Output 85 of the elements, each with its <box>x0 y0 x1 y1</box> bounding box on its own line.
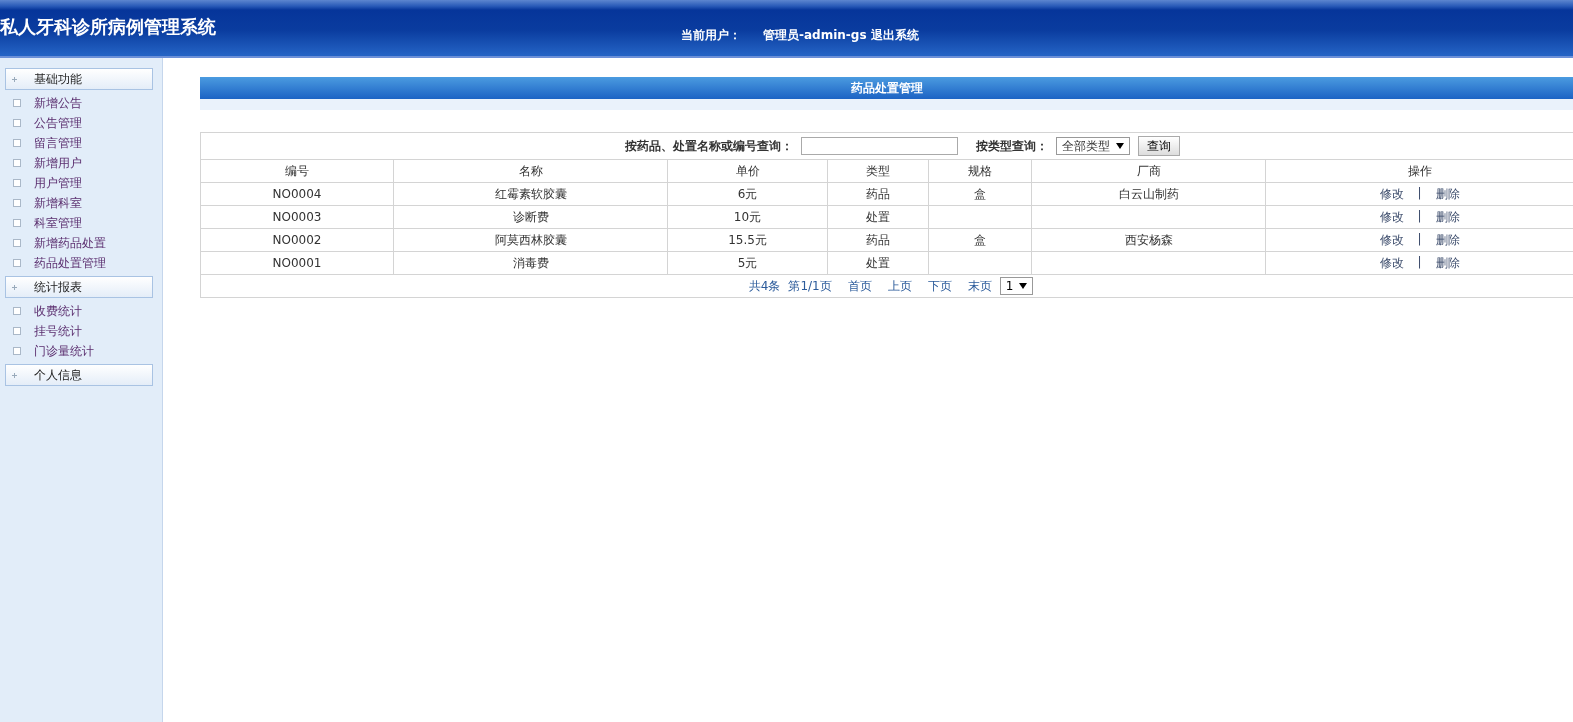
table-cell: 红霉素软胶囊 <box>393 182 668 206</box>
edit-link[interactable]: 修改 <box>1379 231 1404 249</box>
menu-group-header[interactable]: 个人信息 <box>5 364 153 386</box>
menu-link[interactable]: 新增用户 <box>34 154 82 172</box>
table-cell: 5元 <box>667 251 828 275</box>
pager-link[interactable]: 末页 <box>967 277 992 295</box>
plus-icon <box>12 76 17 82</box>
square-icon <box>13 179 21 187</box>
type-dropdown[interactable]: 全部类型 <box>1055 137 1130 155</box>
table-cell: 盒 <box>928 182 1032 206</box>
square-icon <box>13 139 21 147</box>
pager-link[interactable]: 下页 <box>927 277 952 295</box>
menu-link[interactable]: 新增公告 <box>34 94 82 112</box>
square-icon <box>13 327 21 335</box>
square-icon <box>13 259 21 267</box>
delete-link[interactable]: 删除 <box>1435 208 1460 226</box>
menu-link[interactable]: 新增药品处置 <box>34 234 106 252</box>
column-header: 单价 <box>667 159 828 183</box>
square-icon <box>13 239 21 247</box>
column-header: 编号 <box>200 159 394 183</box>
square-icon <box>13 119 21 127</box>
square-icon <box>13 199 21 207</box>
menu-link[interactable]: 新增科室 <box>34 194 82 212</box>
record-count: 共4条 <box>748 277 781 295</box>
square-icon <box>13 99 21 107</box>
table-cell: NO0001 <box>200 251 394 275</box>
menu-link[interactable]: 药品处置管理 <box>34 254 106 272</box>
table-cell: NO0003 <box>200 205 394 229</box>
edit-link[interactable]: 修改 <box>1379 254 1404 272</box>
square-icon <box>13 307 21 315</box>
link-separator: | <box>1417 208 1422 225</box>
table-cell: 盒 <box>928 228 1032 252</box>
edit-link[interactable]: 修改 <box>1379 208 1404 226</box>
table-cell: 6元 <box>667 182 828 206</box>
table-cell: 处置 <box>827 205 929 229</box>
column-header: 类型 <box>827 159 929 183</box>
square-icon <box>13 219 21 227</box>
menu-link[interactable]: 科室管理 <box>34 214 82 232</box>
pager-link[interactable]: 首页 <box>847 277 872 295</box>
panel-title: 药品处置管理 <box>200 77 1573 99</box>
edit-link[interactable]: 修改 <box>1379 185 1404 203</box>
search-label: 按药品、处置名称或编号查询： <box>624 137 793 155</box>
delete-link[interactable]: 删除 <box>1435 231 1460 249</box>
menu-group-header[interactable]: 基础功能 <box>5 68 153 90</box>
page-indicator: 第1/1页 <box>788 277 832 295</box>
menu-link[interactable]: 公告管理 <box>34 114 82 132</box>
column-header: 名称 <box>393 159 668 183</box>
pager-link[interactable]: 上页 <box>887 277 912 295</box>
table-cell: 阿莫西林胶囊 <box>393 228 668 252</box>
table-cell: 白云山制药 <box>1031 182 1266 206</box>
menu-link[interactable]: 用户管理 <box>34 174 82 192</box>
user-label: 当前用户： <box>681 27 741 44</box>
delete-link[interactable]: 删除 <box>1435 185 1460 203</box>
delete-link[interactable]: 删除 <box>1435 254 1460 272</box>
table-cell: 10元 <box>667 205 828 229</box>
plus-icon <box>12 284 17 290</box>
table-cell: 消毒费 <box>393 251 668 275</box>
user-name: 管理员-admin-gs <box>763 27 867 44</box>
link-separator: | <box>1417 185 1422 202</box>
table-cell: 药品 <box>827 228 929 252</box>
table-cell: NO0004 <box>200 182 394 206</box>
link-separator: | <box>1417 254 1422 271</box>
table-cell: 西安杨森 <box>1031 228 1266 252</box>
menu-link[interactable]: 挂号统计 <box>34 322 82 340</box>
menu-link[interactable]: 门诊量统计 <box>34 342 94 360</box>
search-field[interactable] <box>800 137 958 155</box>
table-cell: NO0002 <box>200 228 394 252</box>
plus-icon <box>12 372 17 378</box>
square-icon <box>13 159 21 167</box>
menu-group-header[interactable]: 统计报表 <box>5 276 153 298</box>
system-title: 私人牙科诊所病例管理系统 <box>0 15 216 39</box>
menu-link[interactable]: 留言管理 <box>34 134 82 152</box>
table-cell: 处置 <box>827 251 929 275</box>
column-header: 厂商 <box>1031 159 1266 183</box>
table-cell: 诊断费 <box>393 205 668 229</box>
query-button[interactable]: 查询 <box>1137 136 1180 156</box>
table-cell: 药品 <box>827 182 929 206</box>
square-icon <box>13 347 21 355</box>
link-separator: | <box>1417 231 1422 248</box>
type-label: 按类型查询： <box>975 137 1048 155</box>
table-cell: 15.5元 <box>667 228 828 252</box>
page-dropdown[interactable]: 1 <box>999 277 1034 295</box>
menu-link[interactable]: 收费统计 <box>34 302 82 320</box>
logout-link[interactable]: 退出系统 <box>870 27 919 44</box>
column-header: 规格 <box>928 159 1032 183</box>
